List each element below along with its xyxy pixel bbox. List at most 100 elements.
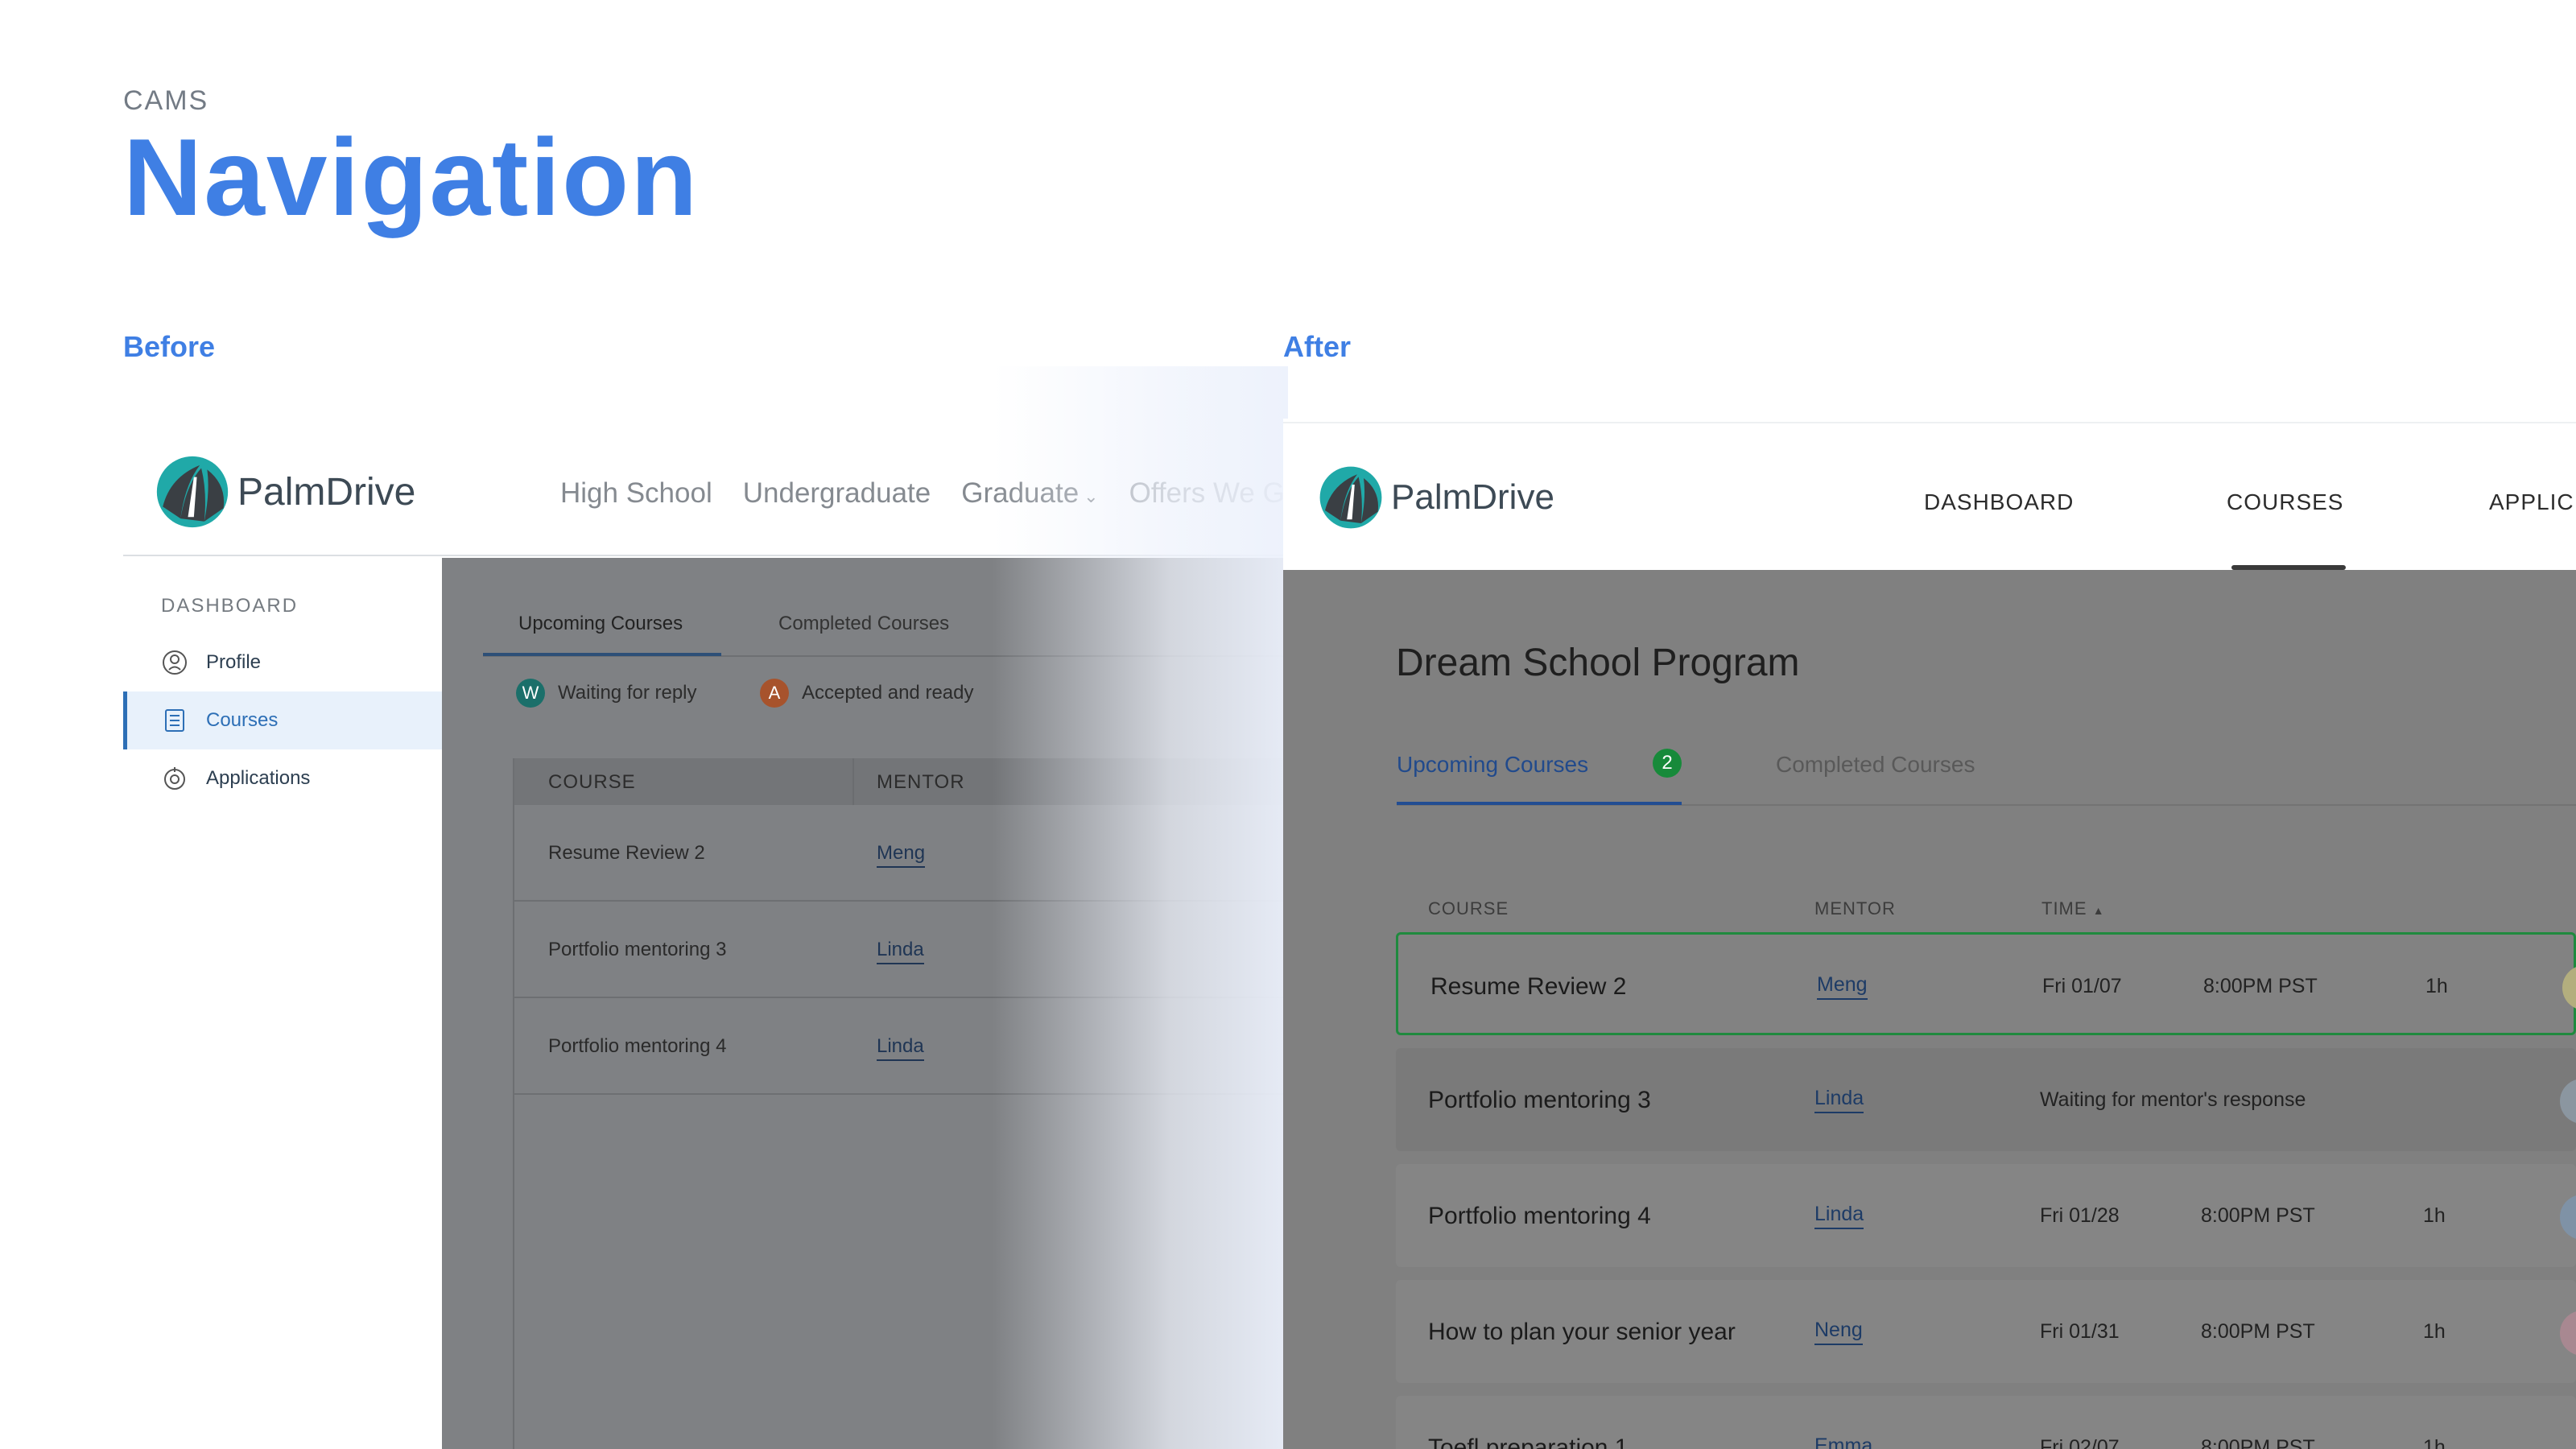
mentor-link[interactable]: Linda bbox=[877, 1035, 924, 1061]
brand-name: PalmDrive bbox=[237, 470, 416, 514]
table-row[interactable]: Resume Review 2 Meng bbox=[514, 805, 1288, 902]
course-day: Fri 02/07 bbox=[2040, 1436, 2120, 1449]
nav-undergraduate[interactable]: Undergraduate bbox=[743, 477, 931, 510]
mentor-link[interactable]: Emma bbox=[1814, 1435, 1872, 1449]
tab-upcoming-courses[interactable]: Upcoming Courses bbox=[1397, 752, 1588, 778]
table-row[interactable]: Resume Review 2 Meng Fri 01/07 8:00PM PS… bbox=[1396, 932, 2576, 1035]
after-label: After bbox=[1283, 330, 1352, 363]
sidebar-item-label: Applications bbox=[206, 767, 311, 789]
mentor-link[interactable]: Neng bbox=[1814, 1319, 1863, 1345]
active-tab-indicator bbox=[483, 653, 721, 656]
before-top-nav: High School Undergraduate Graduate ⌄ Offe… bbox=[560, 477, 1285, 510]
courses-icon bbox=[161, 707, 188, 734]
after-content: Dream School Program Upcoming Courses 2 … bbox=[1283, 570, 2576, 1449]
course-name: Portfolio mentoring 4 bbox=[548, 1035, 727, 1057]
course-name: Toefl preparation 1 bbox=[1428, 1435, 1629, 1449]
table-row[interactable]: Portfolio mentoring 4 Linda Fri 01/28 8:… bbox=[1396, 1164, 2576, 1267]
table-row[interactable]: Portfolio mentoring 4 Linda bbox=[514, 998, 1288, 1095]
page-title: Navigation bbox=[123, 116, 700, 238]
sidebar-item-applications[interactable]: Applications bbox=[123, 749, 442, 807]
palmdrive-logo-icon bbox=[1319, 466, 1382, 529]
avatar[interactable] bbox=[2560, 1079, 2576, 1124]
before-courses-table: COURSE MENTOR Resume Review 2 Meng Portf… bbox=[513, 758, 1288, 1449]
course-duration: 1h bbox=[2423, 1204, 2446, 1227]
nav-high-school[interactable]: High School bbox=[560, 477, 712, 510]
active-tab-indicator bbox=[1397, 802, 1682, 805]
before-logo[interactable]: PalmDrive bbox=[155, 455, 415, 529]
column-header-course: COURSE bbox=[548, 771, 636, 793]
before-sidebar: DASHBOARD Profile Courses Applications bbox=[123, 558, 442, 1449]
column-header-mentor: MENTOR bbox=[1814, 898, 1896, 919]
legend-accepted: A Accepted and ready bbox=[760, 679, 973, 708]
course-time: 8:00PM PST bbox=[2201, 1436, 2315, 1449]
table-row[interactable]: How to plan your senior year Neng Fri 01… bbox=[1396, 1280, 2576, 1383]
avatar[interactable] bbox=[2560, 1195, 2576, 1240]
mentor-link[interactable]: Meng bbox=[1817, 973, 1868, 1000]
brand-name: PalmDrive bbox=[1391, 477, 1554, 517]
mentor-link[interactable]: Meng bbox=[877, 842, 926, 868]
after-screenshot: PalmDrive DASHBOARD COURSES APPLIC Dream… bbox=[1283, 419, 2576, 1449]
nav-offers[interactable]: Offers We G bbox=[1129, 477, 1285, 510]
avatar[interactable] bbox=[2560, 1311, 2576, 1356]
tab-completed-courses[interactable]: Completed Courses bbox=[1776, 752, 1975, 778]
course-name: Portfolio mentoring 3 bbox=[1428, 1087, 1651, 1113]
table-row[interactable]: Portfolio mentoring 3 Linda bbox=[514, 902, 1288, 998]
course-name: Portfolio mentoring 4 bbox=[1428, 1203, 1651, 1229]
legend-label: Waiting for reply bbox=[558, 682, 697, 704]
before-label: Before bbox=[123, 330, 216, 363]
sidebar-item-label: Profile bbox=[206, 651, 262, 673]
course-time: 8:00PM PST bbox=[2201, 1204, 2315, 1227]
column-header-mentor: MENTOR bbox=[877, 771, 965, 793]
course-duration: 1h bbox=[2425, 975, 2448, 997]
course-time: 8:00PM PST bbox=[2201, 1320, 2315, 1343]
legend-waiting: W Waiting for reply bbox=[516, 679, 697, 708]
course-name: How to plan your senior year bbox=[1428, 1319, 1736, 1345]
course-day: Fri 01/07 bbox=[2042, 975, 2122, 997]
course-duration: 1h bbox=[2423, 1436, 2446, 1449]
column-divider bbox=[852, 758, 854, 805]
after-logo[interactable]: PalmDrive bbox=[1319, 465, 1554, 530]
tab-upcoming-courses[interactable]: Upcoming Courses bbox=[518, 613, 683, 635]
sidebar-item-profile[interactable]: Profile bbox=[123, 634, 442, 691]
legend-label: Accepted and ready bbox=[802, 682, 974, 704]
column-header-time-label: TIME bbox=[2041, 898, 2087, 919]
sort-up-icon: ▲ bbox=[2092, 904, 2105, 917]
eyebrow-label: CAMS bbox=[123, 85, 209, 116]
after-header: PalmDrive DASHBOARD COURSES APPLIC bbox=[1283, 423, 2576, 570]
applications-icon bbox=[161, 765, 188, 792]
accepted-status-icon: A bbox=[760, 679, 789, 708]
table-header: COURSE MENTOR bbox=[514, 758, 1288, 805]
sidebar-title: DASHBOARD bbox=[161, 595, 299, 617]
column-header-course: COURSE bbox=[1428, 898, 1509, 919]
mentor-link[interactable]: Linda bbox=[1814, 1087, 1864, 1113]
nav-graduate[interactable]: Graduate ⌄ bbox=[961, 477, 1098, 510]
course-status: Waiting for mentor's response bbox=[2040, 1088, 2306, 1111]
table-row[interactable]: Toefl preparation 1 Emma Fri 02/07 8:00P… bbox=[1396, 1396, 2576, 1449]
course-name: Resume Review 2 bbox=[548, 842, 705, 864]
mentor-link[interactable]: Linda bbox=[1814, 1203, 1864, 1229]
nav-graduate-label: Graduate bbox=[961, 477, 1080, 509]
profile-icon bbox=[161, 649, 188, 676]
tab-completed-courses[interactable]: Completed Courses bbox=[778, 613, 949, 635]
program-title: Dream School Program bbox=[1396, 642, 1800, 684]
course-name: Portfolio mentoring 3 bbox=[548, 939, 727, 960]
nav-courses[interactable]: COURSES bbox=[2227, 489, 2343, 515]
course-day: Fri 01/28 bbox=[2040, 1204, 2120, 1227]
column-header-time[interactable]: TIME ▲ bbox=[2041, 898, 2105, 919]
course-name: Resume Review 2 bbox=[1430, 973, 1627, 1000]
palmdrive-logo-icon bbox=[156, 456, 229, 528]
course-time: 8:00PM PST bbox=[2203, 975, 2318, 997]
nav-applications[interactable]: APPLIC bbox=[2489, 489, 2574, 515]
course-day: Fri 01/31 bbox=[2040, 1320, 2120, 1343]
count-badge: 2 bbox=[1653, 749, 1682, 778]
mentor-link[interactable]: Linda bbox=[877, 939, 924, 964]
course-duration: 1h bbox=[2423, 1320, 2446, 1343]
before-screenshot: PalmDrive High School Undergraduate Grad… bbox=[123, 366, 1288, 1449]
sidebar-item-label: Courses bbox=[206, 709, 279, 731]
waiting-status-icon: W bbox=[516, 679, 545, 708]
sidebar-item-courses[interactable]: Courses bbox=[123, 691, 442, 749]
avatar[interactable] bbox=[2562, 965, 2576, 1010]
table-row[interactable]: Portfolio mentoring 3 Linda Waiting for … bbox=[1396, 1048, 2576, 1151]
chevron-down-icon: ⌄ bbox=[1084, 486, 1099, 506]
nav-dashboard[interactable]: DASHBOARD bbox=[1924, 489, 2074, 515]
